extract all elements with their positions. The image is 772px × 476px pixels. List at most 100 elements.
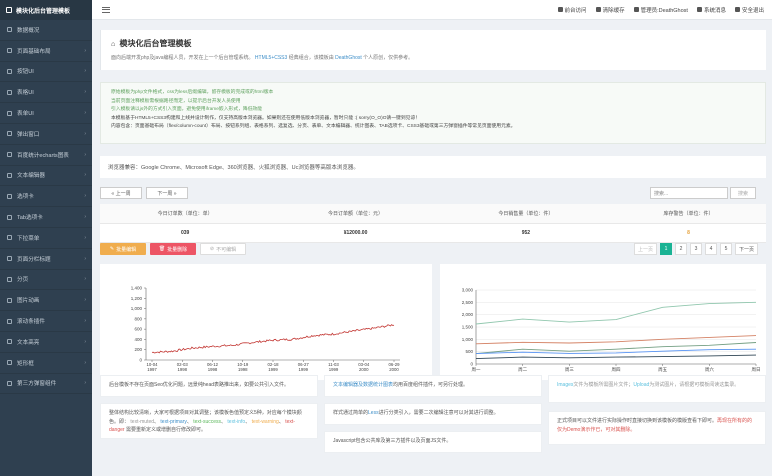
- chevron-right-icon: ›: [84, 68, 86, 75]
- table-header: 今日销售量（单位：件）: [440, 204, 612, 224]
- page-description: 面向后端开发php及java编程人员，开发在上一个后台管理系统。 HTML5+C…: [111, 54, 756, 61]
- top-link[interactable]: 系统消息: [696, 6, 726, 14]
- batch-edit-label: 批量编辑: [116, 246, 137, 253]
- y-tick-label: 3,000: [462, 288, 474, 293]
- info-highlight: 文本编辑器及数据统计图表: [333, 382, 394, 388]
- menu-item-icon: [7, 380, 12, 386]
- no-edit-label: 不可编辑: [216, 246, 237, 253]
- page-number-button[interactable]: 4: [704, 243, 717, 255]
- page-number-button[interactable]: 3: [689, 243, 702, 255]
- sidebar-item-label: 数据概况: [17, 27, 40, 34]
- no-edit-button[interactable]: ⊘ 不可编辑: [200, 243, 246, 255]
- sidebar-item-label: 矩形框: [17, 360, 34, 367]
- chevron-right-icon: ›: [84, 130, 86, 137]
- x-tick-label: 2000: [389, 367, 399, 372]
- class-text-success: text-success: [193, 418, 222, 425]
- sidebar-item[interactable]: 百度统计echarts图表 ›: [0, 145, 92, 166]
- top-link-label: 前台访问: [564, 7, 587, 14]
- top-link[interactable]: 前台访问: [557, 6, 587, 14]
- sidebar-item[interactable]: 页面分栏标题 ›: [0, 249, 92, 270]
- y-tick-label: 2,000: [462, 312, 474, 317]
- page-number-button[interactable]: 5: [719, 243, 732, 255]
- chevron-right-icon: ›: [84, 255, 86, 262]
- top-link-label: 清除缓存: [602, 7, 625, 14]
- y-tick-label: 500: [465, 349, 473, 354]
- menu-toggle-icon[interactable]: [102, 5, 110, 14]
- info-box-project: 正式项目可以文件进行实际操作时直接切换到该模板的模版查看下即可。再现在所有的的仅…: [548, 411, 766, 445]
- brand-logo[interactable]: 模块化后台管理模板: [0, 0, 92, 20]
- y-tick-label: 600: [134, 327, 142, 332]
- info-box-js: Javascript包含公共库及第三方插件以及页面JS文件。: [324, 431, 542, 453]
- info-text: 均用百度组件插件，可另行处理。: [393, 382, 469, 388]
- y-tick-label: 0: [470, 362, 473, 367]
- menu-item-icon: [7, 172, 12, 178]
- sidebar-item[interactable]: 矩形框 ›: [0, 353, 92, 374]
- sidebar-menu: 数据概况页面基础布局 › 按钮UI › 表格UI › 表单UI › 弹出窗口 › 百度统计echar…: [0, 20, 92, 395]
- sidebar-item[interactable]: 数据概况: [0, 20, 92, 41]
- chevron-right-icon: ›: [84, 380, 86, 387]
- info-box-images: Images文件为模板所需图片文件；Upload为测试图片，请根据可模板阅读这集…: [548, 375, 766, 403]
- next-week-button[interactable]: 下一周 »: [146, 187, 188, 199]
- top-link[interactable]: 管理员:DeathGhost: [633, 6, 688, 14]
- sidebar-item[interactable]: 页面基础布局 ›: [0, 41, 92, 62]
- bell-icon: [696, 7, 702, 12]
- chart-1-svg: 02004006008001,0001,2001,40010-04199702-…: [131, 286, 400, 373]
- page-number-button[interactable]: 2: [674, 243, 687, 255]
- sidebar-item[interactable]: 文本编辑器 ›: [0, 166, 92, 187]
- sidebar-item[interactable]: 分页 ›: [0, 270, 92, 291]
- home-icon: [557, 7, 563, 12]
- sidebar-item-label: 文本编辑器: [17, 173, 45, 180]
- y-tick-label: 1,000: [462, 337, 474, 342]
- page-title: ⌂ 模块化后台管理模板: [111, 38, 756, 49]
- info-highlight: Images: [557, 382, 574, 388]
- x-tick-label: 2000: [359, 367, 369, 372]
- top-link[interactable]: 安全退出: [734, 6, 764, 14]
- sidebar-item[interactable]: 图片动画 ›: [0, 290, 92, 312]
- sidebar-item[interactable]: 弹出窗口 ›: [0, 124, 92, 145]
- batch-edit-button[interactable]: ✎ 批量编辑: [100, 243, 146, 255]
- sidebar-item-label: Tab选项卡: [17, 215, 43, 222]
- menu-item-icon: [7, 297, 12, 303]
- notice-line: 原始模板为php文件格式，css为less后缀编辑，留存模板的完成或的html版…: [111, 90, 274, 95]
- menu-item-icon: [7, 48, 12, 54]
- y-tick-label: 800: [134, 316, 142, 321]
- search-input[interactable]: 搜索...: [650, 187, 728, 199]
- info-box-less: 样式通过简单的Less进行分类引入，需要二次编辑注意可以对其进行调整。: [324, 403, 542, 425]
- x-tick-label: 1998: [177, 367, 187, 372]
- class-text-muted: text-muted: [130, 418, 155, 425]
- x-tick-label: 1999: [268, 367, 278, 372]
- page-next-button[interactable]: 下一页: [734, 243, 758, 255]
- sidebar-item[interactable]: 文本高亮 ›: [0, 332, 92, 353]
- menu-item-icon: [7, 131, 12, 137]
- prev-week-button[interactable]: « 上一周: [100, 187, 142, 199]
- chevron-right-icon: ›: [84, 47, 86, 54]
- notice-line: 当前页面注释模板需根据路径而定，以提示后台开发人员使用: [111, 98, 241, 104]
- table-toolbar: « 上一周 下一周 » 搜索... 搜索: [100, 185, 766, 203]
- top-link[interactable]: 清除缓存: [595, 6, 625, 14]
- edit-icon: ✎: [109, 246, 115, 252]
- search-button[interactable]: 搜索: [730, 187, 756, 199]
- info-box-seo: 后台模板不存在页面Seo优化问题，远景纯head表路推出来，如要公共引入文件。: [100, 375, 318, 397]
- desc-text: 个人原创，仅供参考。: [363, 55, 414, 61]
- sidebar-item[interactable]: 表单UI ›: [0, 103, 92, 124]
- sidebar-item-label: 按钮UI: [17, 69, 34, 76]
- sidebar-item[interactable]: 第三方弹窗组件 ›: [0, 374, 92, 395]
- sidebar-item-label: 文本高亮: [17, 339, 40, 346]
- sidebar-item[interactable]: 下拉菜单 ›: [0, 228, 92, 249]
- page-number-button[interactable]: 1: [659, 243, 672, 255]
- sidebar-item[interactable]: 选项卡 ›: [0, 186, 92, 208]
- table-cell: ¥12000.00: [270, 223, 441, 243]
- sidebar-item[interactable]: 表格UI ›: [0, 82, 92, 104]
- sidebar-item[interactable]: Tab选项卡 ›: [0, 207, 92, 228]
- x-tick-label: 1997: [147, 367, 157, 372]
- user-icon: [633, 7, 639, 12]
- table-header: 库存警告（单位：件）: [611, 204, 766, 224]
- sidebar-item[interactable]: 按钮UI ›: [0, 62, 92, 83]
- stats-table: 今日订单数（单位：单） 今日订单额（单位：元） 今日销售量（单位：件） 库存警告…: [100, 204, 766, 243]
- chevron-right-icon: ›: [84, 338, 86, 345]
- sidebar-item[interactable]: 滚动条插件 ›: [0, 311, 92, 332]
- menu-item-icon: [7, 110, 12, 116]
- page-prev-button[interactable]: 上一页: [633, 243, 657, 255]
- x-tick-label: 周五: [658, 367, 667, 373]
- batch-delete-button[interactable]: 🗑 批量删除: [150, 243, 196, 255]
